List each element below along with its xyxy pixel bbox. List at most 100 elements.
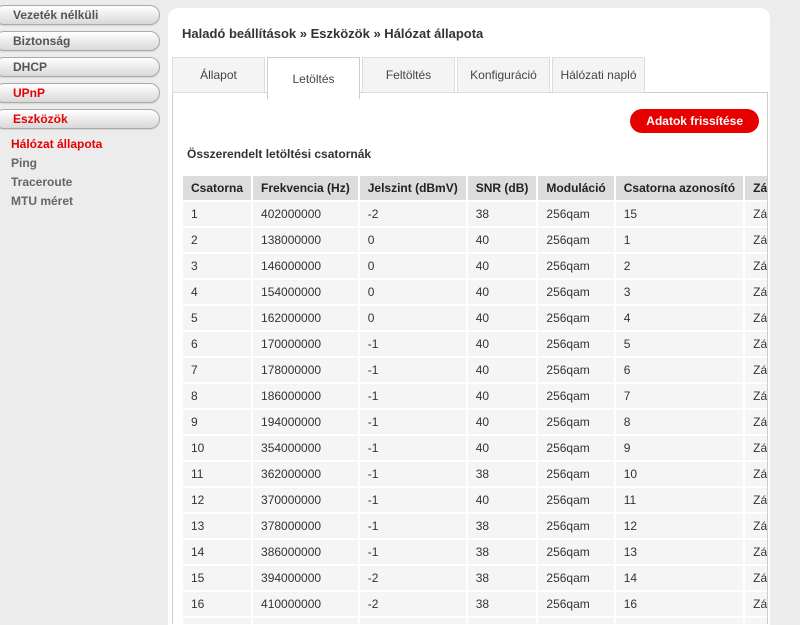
table-cell: 0	[359, 306, 466, 330]
table-row: 4154000000040256qam3Zárolt	[183, 280, 767, 304]
sidebar-submenu-item-label: Traceroute	[11, 175, 73, 189]
tab[interactable]: Konfiguráció	[457, 57, 550, 93]
table-row: 6170000000-140256qam5Zárolt	[183, 332, 767, 356]
table-section-title: Összerendelt letöltési csatornák	[187, 147, 372, 161]
button-row: Adatok frissítése	[173, 93, 767, 133]
table-cell: 15	[183, 566, 252, 590]
table-cell: 8	[615, 410, 744, 434]
sidebar-menu-item[interactable]: DHCP	[0, 57, 160, 77]
table-header-cell: Csatorna azonosító	[615, 176, 744, 200]
table-cell: 7	[615, 384, 744, 408]
table-cell: 8	[183, 384, 252, 408]
table-cell: 410000000	[253, 592, 358, 616]
downstream-channels-table: Csatorna Frekvencia (Hz) Jelszint (dBmV)…	[181, 174, 767, 624]
table-cell: 370000000	[253, 488, 358, 512]
table-cell: -2	[359, 592, 466, 616]
table-cell: -2	[359, 618, 466, 624]
table-cell: 40	[467, 488, 537, 512]
table-cell: 4	[615, 306, 744, 330]
table-cell: 0	[359, 280, 466, 304]
table-cell: 154000000	[253, 280, 358, 304]
sidebar-menu-item[interactable]: Eszközök	[0, 109, 160, 129]
sidebar-nav: Vezeték nélküli Biztonság DHCP UPnP Eszk…	[0, 0, 168, 211]
table-row: 8186000000-140256qam7Zárolt	[183, 384, 767, 408]
table-cell: 0	[359, 228, 466, 252]
table-cell: 5	[615, 332, 744, 356]
table-cell: 362000000	[253, 462, 358, 486]
table-cell: Zárolt	[745, 618, 767, 624]
table-header-cell: Zárt állapot	[745, 176, 767, 200]
table-cell: Zárolt	[745, 462, 767, 486]
table-cell: 2	[615, 254, 744, 278]
tab-label: Konfiguráció	[470, 68, 537, 82]
tab-content-panel: Adatok frissítése Összerendelt letöltési…	[172, 92, 768, 624]
table-cell: Zárolt	[745, 384, 767, 408]
table-cell: Zárolt	[745, 592, 767, 616]
sidebar-submenu-item[interactable]: Ping	[0, 154, 168, 173]
table-row: 7178000000-140256qam6Zárolt	[183, 358, 767, 382]
table-cell: 40	[467, 358, 537, 382]
tab-bar: Állapot Letöltés Feltöltés Konfiguráció …	[172, 57, 770, 99]
table-cell: 38	[467, 514, 537, 538]
table-cell: 40	[467, 280, 537, 304]
sidebar-menu-item[interactable]: Biztonság	[0, 31, 160, 51]
sidebar-submenu-item-label: Hálózat állapota	[11, 137, 103, 151]
table-row: 12370000000-140256qam11Zárolt	[183, 488, 767, 512]
table-cell: -1	[359, 488, 466, 512]
table-body: 1402000000-238256qam15Zárolt 21380000000…	[183, 202, 767, 624]
sidebar-menu-item[interactable]: Vezeték nélküli	[0, 5, 160, 25]
sidebar-submenu-item[interactable]: MTU méret	[0, 192, 168, 211]
table-cell: 40	[467, 228, 537, 252]
table-cell: Zárolt	[745, 540, 767, 564]
table-header-cell: Moduláció	[538, 176, 614, 200]
table-cell: Zárolt	[745, 228, 767, 252]
table-cell: 256qam	[538, 592, 614, 616]
breadcrumb: Haladó beállítások » Eszközök » Hálózat …	[182, 26, 484, 41]
table-cell: 418000000	[253, 618, 358, 624]
table-cell: -2	[359, 202, 466, 226]
table-cell: 17	[615, 618, 744, 624]
table-cell: 38	[467, 566, 537, 590]
table-cell: -1	[359, 332, 466, 356]
sidebar-submenu-item[interactable]: Traceroute	[0, 173, 168, 192]
tab[interactable]: Letöltés	[267, 57, 360, 99]
table-cell: Zárolt	[745, 410, 767, 434]
tab-label: Hálózati napló	[560, 68, 637, 82]
table-cell: 38	[467, 592, 537, 616]
table-cell: 3	[183, 254, 252, 278]
tab[interactable]: Hálózati napló	[552, 57, 645, 93]
table-cell: Zárolt	[745, 566, 767, 590]
sidebar-menu-item[interactable]: UPnP	[0, 83, 160, 103]
table-cell: 186000000	[253, 384, 358, 408]
table-cell: 40	[467, 410, 537, 434]
table-cell: 40	[467, 436, 537, 460]
sidebar-submenu-item-label: MTU méret	[11, 194, 74, 208]
sidebar-submenu-item[interactable]: Hálózat állapota	[0, 135, 168, 154]
table-row: 11362000000-138256qam10Zárolt	[183, 462, 767, 486]
table-cell: 11	[183, 462, 252, 486]
table-cell: 256qam	[538, 384, 614, 408]
tab[interactable]: Állapot	[172, 57, 265, 93]
table-cell: 0	[359, 254, 466, 278]
table-cell: Zárolt	[745, 202, 767, 226]
table-row: 2138000000040256qam1Zárolt	[183, 228, 767, 252]
table-cell: 256qam	[538, 358, 614, 382]
table-cell: 14	[183, 540, 252, 564]
refresh-data-button[interactable]: Adatok frissítése	[630, 109, 759, 133]
table-cell: 256qam	[538, 566, 614, 590]
table-cell: 17	[183, 618, 252, 624]
table-cell: Zárolt	[745, 436, 767, 460]
table-row: 1402000000-238256qam15Zárolt	[183, 202, 767, 226]
table-cell: 16	[183, 592, 252, 616]
table-cell: 11	[615, 488, 744, 512]
tab-label: Állapot	[200, 68, 237, 82]
table-cell: 14	[615, 566, 744, 590]
table-cell: 256qam	[538, 254, 614, 278]
sidebar-menu: Vezeték nélküli Biztonság DHCP UPnP Eszk…	[0, 5, 168, 129]
table-cell: 10	[615, 462, 744, 486]
table-cell: 6	[615, 358, 744, 382]
table-cell: 1	[183, 202, 252, 226]
table-cell: 378000000	[253, 514, 358, 538]
table-cell: 194000000	[253, 410, 358, 434]
tab[interactable]: Feltöltés	[362, 57, 455, 93]
